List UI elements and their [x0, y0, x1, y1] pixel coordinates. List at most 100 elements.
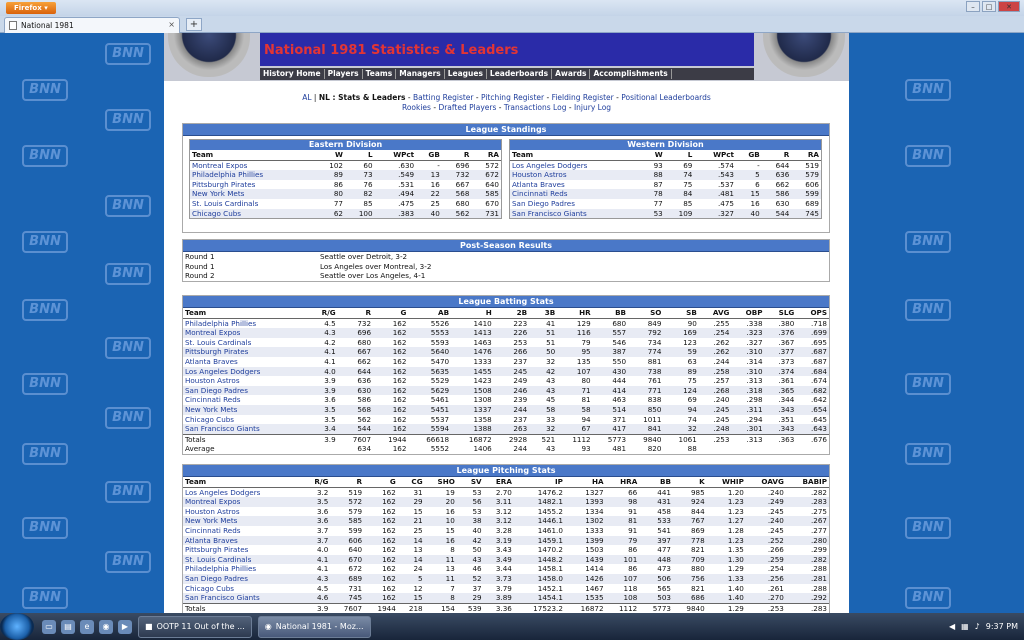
new-tab-button[interactable]: + [186, 18, 202, 31]
link-al[interactable]: AL [302, 93, 311, 102]
tray-arrow-icon[interactable]: ◀ [949, 622, 955, 631]
stat-cell: .245 [713, 414, 730, 424]
team-link[interactable]: Los Angeles Dodgers [183, 366, 309, 377]
table-row: Los Angeles Dodgers 4.0 644 162 5635 1455 245 4… [183, 366, 829, 377]
team-link[interactable]: San Francisco Giants [510, 208, 643, 219]
team-link[interactable]: San Francisco Giants [183, 593, 304, 604]
taskbar-item-ootp[interactable]: ■ OOTP 11 Out of the ... [138, 615, 252, 638]
stat-cell: 162 [382, 487, 396, 497]
team-link[interactable]: St. Louis Cardinals [183, 338, 309, 348]
batting-panel: League Batting Stats Team R/G R G AB H 2B 3B HR B… [182, 295, 830, 455]
team-link[interactable]: Montreal Expos [190, 160, 315, 170]
team-link[interactable]: San Diego Padres [510, 199, 643, 209]
sublink[interactable]: Fielding Register [552, 93, 614, 102]
taskbar-item-firefox[interactable]: ◉ National 1981 - Moz... [257, 615, 371, 638]
team-link[interactable]: Atlanta Braves [510, 180, 643, 190]
team-link[interactable]: San Diego Padres [183, 385, 309, 396]
team-link[interactable]: New York Mets [190, 189, 316, 199]
east-division: Eastern Division Team W L WPct GB R RA Montreal… [189, 139, 502, 220]
team-link[interactable]: Montreal Expos [183, 328, 309, 338]
stat-cell: 3.6 [316, 506, 329, 516]
team-link[interactable]: Houston Astros [183, 376, 309, 386]
stat-cell: 32 [546, 356, 556, 366]
nav-item[interactable]: Accomplishments [590, 69, 672, 79]
team-link[interactable]: Atlanta Braves [183, 357, 309, 367]
team-link[interactable]: Pittsburgh Pirates [183, 545, 303, 555]
stat-cell: 5640 [408, 347, 452, 357]
stat-cell: 3.19 [483, 535, 514, 546]
stat-cell: 25 [430, 198, 440, 208]
stat-cell: 9840 [672, 602, 707, 613]
stat-cell: 3.9 [309, 385, 338, 396]
team-link[interactable]: Cincinnati Reds [183, 526, 303, 536]
nav-item[interactable]: Leagues [445, 69, 487, 79]
stat-cell: 42 [456, 535, 484, 546]
bnn-watermark: BNN [105, 195, 151, 217]
ie-icon[interactable]: e [80, 619, 94, 634]
stat-cell: 32 [663, 424, 699, 435]
team-link[interactable]: Cincinnati Reds [510, 189, 643, 199]
sublink[interactable]: Drafted Players [438, 103, 496, 112]
nav-item[interactable]: Teams [363, 69, 397, 79]
nav-item[interactable]: Players [325, 69, 363, 79]
nav-item[interactable]: Awards [552, 69, 591, 79]
firefox-menu-button[interactable]: Firefox ▾ [6, 2, 56, 14]
team-link[interactable]: New York Mets [183, 404, 309, 415]
page-viewport[interactable]: BNN BNN BNN BNN BNN BNN BNN BNN BNN BNN BNN BNN BNN B… [0, 33, 1024, 613]
team-link[interactable]: Cincinnati Reds [183, 395, 309, 405]
start-button[interactable] [0, 613, 34, 640]
team-link[interactable]: Philadelphia Phillies [183, 564, 303, 574]
stat-cell: 792 [628, 328, 664, 338]
minimize-icon[interactable]: – [966, 1, 980, 12]
stat-cell: 77 [333, 198, 343, 208]
table-row: San Diego Padres 77 85 .475 16 630 689 [510, 199, 821, 209]
volume-icon[interactable]: ♪ [975, 622, 980, 631]
team-link[interactable]: Chicago Cubs [183, 584, 303, 594]
maximize-icon[interactable]: □ [982, 1, 996, 12]
browser-tab[interactable]: National 1981 × [4, 17, 180, 33]
media-icon[interactable]: ▶ [118, 619, 132, 634]
stat-cell: 1470.2 [537, 545, 563, 555]
team-link[interactable]: San Francisco Giants [183, 424, 309, 435]
sublink[interactable]: Injury Log [574, 103, 611, 112]
sublink[interactable]: Positional Leaderboards [621, 93, 711, 102]
firefox-icon[interactable]: ◉ [99, 619, 113, 634]
explorer-icon[interactable]: ▤ [61, 619, 75, 634]
sublink[interactable]: Batting Register [413, 93, 473, 102]
team-link[interactable]: Philadelphia Phillies [183, 318, 309, 328]
clock[interactable]: 9:37 PM [986, 622, 1018, 631]
stat-cell: 1308 [473, 395, 492, 405]
stat-cell: .376 [764, 328, 797, 338]
team-link[interactable]: Philadelphia Phillies [190, 170, 316, 180]
team-link[interactable]: New York Mets [183, 516, 304, 526]
stat-cell: .267 [785, 516, 829, 526]
team-link[interactable]: Pittsburgh Pirates [190, 180, 315, 190]
show-desktop-icon[interactable]: ▭ [42, 619, 56, 634]
team-link[interactable]: Houston Astros [183, 507, 303, 517]
stat-cell: .373 [778, 356, 795, 366]
nav-item[interactable]: History Home [260, 69, 325, 79]
sublink[interactable]: Pitching Register [481, 93, 544, 102]
team-link[interactable]: Los Angeles Dodgers [183, 487, 303, 497]
sublink[interactable]: Rookies [402, 103, 431, 112]
stat-cell: 1.40 [706, 593, 746, 604]
network-icon[interactable]: ▦ [961, 622, 969, 631]
team-link[interactable]: Los Angeles Dodgers [510, 160, 643, 170]
stat-cell: 13 [413, 545, 423, 555]
team-link[interactable]: San Diego Padres [183, 573, 304, 584]
team-link[interactable]: Houston Astros [510, 170, 643, 180]
nav-item[interactable]: Leaderboards [487, 69, 553, 79]
team-link[interactable]: Chicago Cubs [190, 208, 316, 219]
close-icon[interactable]: ✕ [998, 1, 1020, 12]
sublink[interactable]: Transactions Log [504, 103, 567, 112]
stat-cell: .531 [398, 179, 415, 189]
team-link[interactable]: St. Louis Cardinals [190, 199, 315, 209]
team-link[interactable]: St. Louis Cardinals [183, 554, 304, 565]
team-link[interactable]: Chicago Cubs [183, 415, 309, 425]
stat-cell: .240 [713, 395, 730, 405]
team-link[interactable]: Atlanta Braves [183, 535, 304, 546]
tab-close-icon[interactable]: × [168, 20, 175, 29]
team-link[interactable]: Montreal Expos [183, 497, 304, 507]
nav-item[interactable]: Managers [396, 69, 445, 79]
team-link[interactable]: Pittsburgh Pirates [183, 347, 309, 357]
